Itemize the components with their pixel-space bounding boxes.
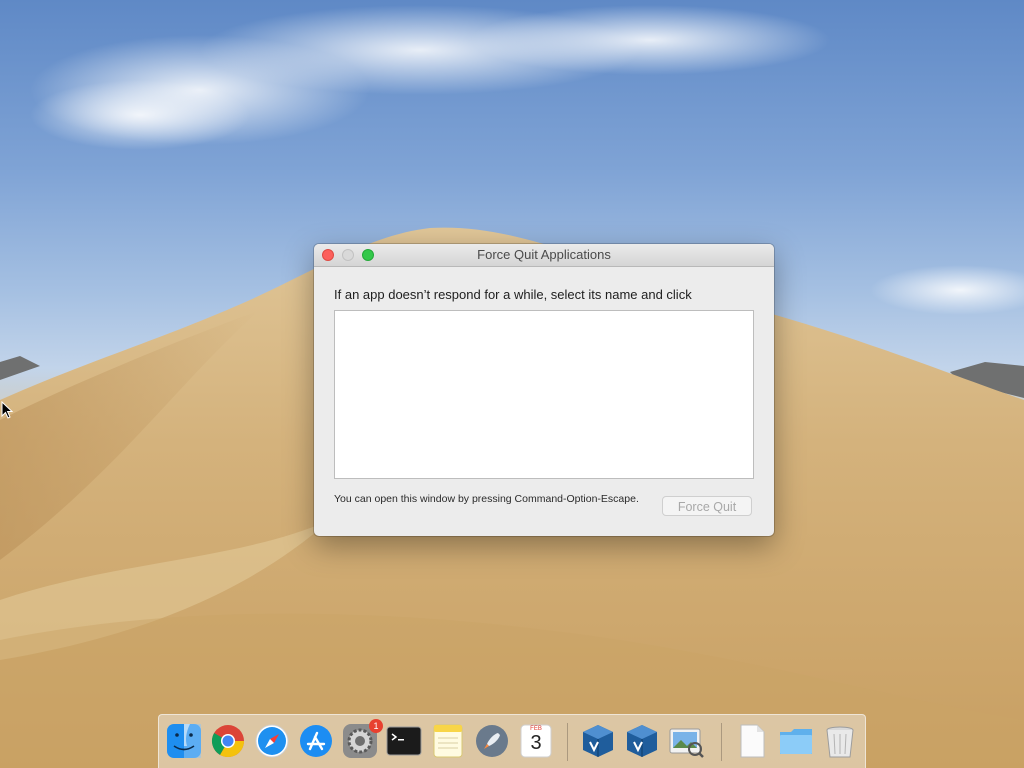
desktop: Force Quit Applications If an app doesn’…	[0, 0, 1024, 768]
dock-item-finder[interactable]	[165, 722, 203, 760]
dock-item-app-store[interactable]	[297, 722, 335, 760]
dock-item-terminal[interactable]	[385, 722, 423, 760]
dock-separator	[721, 723, 722, 761]
minimize-button	[342, 249, 354, 261]
dock: 1 FEB 3	[158, 714, 866, 768]
launchpad-icon	[476, 725, 508, 757]
app-store-icon	[300, 725, 332, 757]
folder-icon	[780, 729, 812, 754]
preview-icon	[669, 728, 704, 758]
dock-item-folder[interactable]	[777, 722, 815, 760]
finder-icon	[167, 724, 201, 758]
dock-item-chrome[interactable]	[209, 722, 247, 760]
mouse-cursor-icon	[1, 401, 13, 419]
dock-item-preview[interactable]	[667, 722, 705, 760]
notes-icon	[433, 724, 463, 758]
window-titlebar[interactable]: Force Quit Applications	[314, 244, 774, 267]
terminal-icon	[386, 726, 422, 756]
zoom-button[interactable]	[362, 249, 374, 261]
dock-item-document[interactable]	[733, 722, 771, 760]
virtualbox-icon	[583, 725, 613, 757]
close-button[interactable]	[322, 249, 334, 261]
document-icon	[740, 724, 765, 758]
notification-badge: 1	[369, 719, 383, 733]
instruction-text: If an app doesn’t respond for a while, s…	[334, 287, 692, 302]
safari-icon	[255, 724, 289, 758]
shortcut-hint: You can open this window by pressing Com…	[334, 493, 639, 505]
calendar-day: 3	[530, 732, 542, 754]
dock-item-system-preferences[interactable]: 1	[341, 719, 383, 760]
window-title: Force Quit Applications	[477, 247, 611, 262]
chrome-icon	[211, 725, 245, 758]
dock-item-notes[interactable]	[429, 722, 467, 760]
force-quit-button[interactable]: Force Quit	[662, 496, 752, 516]
application-list[interactable]	[334, 310, 754, 479]
dock-item-virtualbox[interactable]	[579, 722, 617, 760]
virtualbox-icon	[627, 725, 657, 757]
dock-item-trash[interactable]	[821, 722, 859, 760]
dock-item-safari[interactable]	[253, 722, 291, 760]
dock-item-virtualbox[interactable]	[623, 722, 661, 760]
dock-item-launchpad[interactable]	[473, 722, 511, 760]
dock-item-calendar[interactable]: FEB 3	[517, 722, 555, 760]
force-quit-window: Force Quit Applications If an app doesn’…	[314, 244, 774, 536]
trash-icon	[826, 726, 854, 758]
dock-separator	[567, 723, 568, 761]
